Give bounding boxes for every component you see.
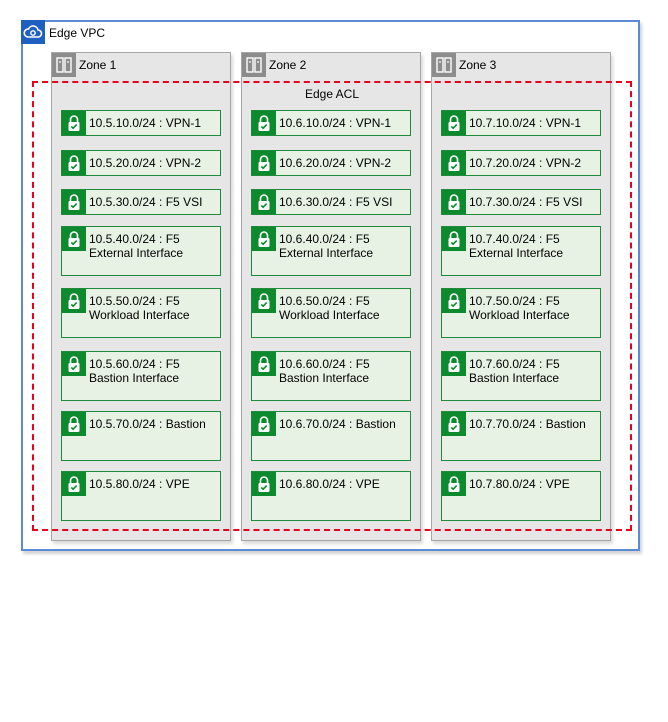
subnet-box: 10.7.50.0/24 : F5 Workload Interface	[441, 288, 601, 338]
subnet-box: 10.7.80.0/24 : VPE	[441, 471, 601, 521]
zone-title: Zone 2	[269, 58, 307, 72]
lock-icon	[252, 289, 276, 313]
subnet-label: 10.5.70.0/24 : Bastion	[89, 417, 206, 431]
subnet-label: 10.5.10.0/24 : VPN-1	[89, 116, 202, 130]
subnet-label: 10.7.10.0/24 : VPN-1	[469, 116, 582, 130]
lock-icon	[442, 352, 466, 376]
subnet-box: 10.5.50.0/24 : F5 Workload Interface	[61, 288, 221, 338]
lock-icon	[252, 472, 276, 496]
lock-icon	[252, 190, 276, 214]
lock-icon	[62, 412, 86, 436]
lock-icon	[252, 227, 276, 251]
lock-icon	[62, 472, 86, 496]
lock-icon	[442, 412, 466, 436]
subnet-label: 10.6.60.0/24 : F5 Bastion Interface	[279, 357, 370, 385]
subnet-box: 10.6.20.0/24 : VPN-2	[251, 150, 411, 176]
subnet-label: 10.7.40.0/24 : F5 External Interface	[469, 232, 564, 260]
subnet-label: 10.5.60.0/24 : F5 Bastion Interface	[89, 357, 180, 385]
lock-icon	[252, 111, 276, 135]
edge-acl-title: Edge ACL	[304, 87, 360, 101]
subnet-box: 10.7.60.0/24 : F5 Bastion Interface	[441, 351, 601, 401]
lock-icon	[442, 227, 466, 251]
subnet-box: 10.7.20.0/24 : VPN-2	[441, 150, 601, 176]
subnet-box: 10.7.70.0/24 : Bastion	[441, 411, 601, 461]
subnet-box: 10.6.10.0/24 : VPN-1	[251, 110, 411, 136]
lock-icon	[62, 352, 86, 376]
subnet-label: 10.6.10.0/24 : VPN-1	[279, 116, 392, 130]
lock-icon	[62, 151, 86, 175]
subnet-box: 10.5.20.0/24 : VPN-2	[61, 150, 221, 176]
lock-icon	[62, 227, 86, 251]
lock-icon	[442, 111, 466, 135]
subnet-box: 10.5.40.0/24 : F5 External Interface	[61, 226, 221, 276]
subnet-label: 10.6.50.0/24 : F5 Workload Interface	[279, 294, 380, 322]
subnet-label: 10.7.60.0/24 : F5 Bastion Interface	[469, 357, 560, 385]
subnet-box: 10.7.40.0/24 : F5 External Interface	[441, 226, 601, 276]
subnet-box: 10.5.60.0/24 : F5 Bastion Interface	[61, 351, 221, 401]
subnet-label: 10.5.80.0/24 : VPE	[89, 477, 190, 491]
cloud-vpc-icon	[21, 20, 45, 44]
lock-icon	[442, 151, 466, 175]
lock-icon	[62, 190, 86, 214]
subnet-label: 10.7.70.0/24 : Bastion	[469, 417, 586, 431]
subnet-label: 10.7.20.0/24 : VPN-2	[469, 156, 582, 170]
lock-icon	[442, 190, 466, 214]
subnet-label: 10.6.80.0/24 : VPE	[279, 477, 380, 491]
subnet-label: 10.7.80.0/24 : VPE	[469, 477, 570, 491]
zone-title: Zone 1	[79, 58, 117, 72]
subnet-box: 10.6.70.0/24 : Bastion	[251, 411, 411, 461]
lock-icon	[442, 289, 466, 313]
subnet-label: 10.7.50.0/24 : F5 Workload Interface	[469, 294, 570, 322]
subnet-box: 10.6.50.0/24 : F5 Workload Interface	[251, 288, 411, 338]
subnet-box: 10.6.30.0/24 : F5 VSI	[251, 189, 411, 215]
zone-building-icon	[52, 53, 76, 77]
subnet-box: 10.5.80.0/24 : VPE	[61, 471, 221, 521]
subnet-label: 10.5.50.0/24 : F5 Workload Interface	[89, 294, 190, 322]
subnet-box: 10.6.60.0/24 : F5 Bastion Interface	[251, 351, 411, 401]
lock-icon	[62, 111, 86, 135]
subnet-label: 10.5.30.0/24 : F5 VSI	[89, 195, 203, 209]
subnet-box: 10.5.10.0/24 : VPN-1	[61, 110, 221, 136]
subnet-box: 10.7.10.0/24 : VPN-1	[441, 110, 601, 136]
subnet-box: 10.6.40.0/24 : F5 External Interface	[251, 226, 411, 276]
lock-icon	[252, 151, 276, 175]
lock-icon	[252, 412, 276, 436]
subnet-label: 10.5.40.0/24 : F5 External Interface	[89, 232, 184, 260]
subnet-label: 10.6.20.0/24 : VPN-2	[279, 156, 392, 170]
subnet-box: 10.6.80.0/24 : VPE	[251, 471, 411, 521]
subnet-box: 10.7.30.0/24 : F5 VSI	[441, 189, 601, 215]
subnet-box: 10.5.70.0/24 : Bastion	[61, 411, 221, 461]
lock-icon	[442, 472, 466, 496]
subnet-label: 10.6.30.0/24 : F5 VSI	[279, 195, 393, 209]
subnet-label: 10.7.30.0/24 : F5 VSI	[469, 195, 583, 209]
zone-building-icon	[242, 53, 266, 77]
vpc-title: Edge VPC	[49, 26, 106, 40]
lock-icon	[62, 289, 86, 313]
zone-building-icon	[432, 53, 456, 77]
subnet-label: 10.5.20.0/24 : VPN-2	[89, 156, 202, 170]
subnet-label: 10.6.70.0/24 : Bastion	[279, 417, 396, 431]
subnet-box: 10.5.30.0/24 : F5 VSI	[61, 189, 221, 215]
zone-title: Zone 3	[459, 58, 497, 72]
subnet-label: 10.6.40.0/24 : F5 External Interface	[279, 232, 374, 260]
lock-icon	[252, 352, 276, 376]
